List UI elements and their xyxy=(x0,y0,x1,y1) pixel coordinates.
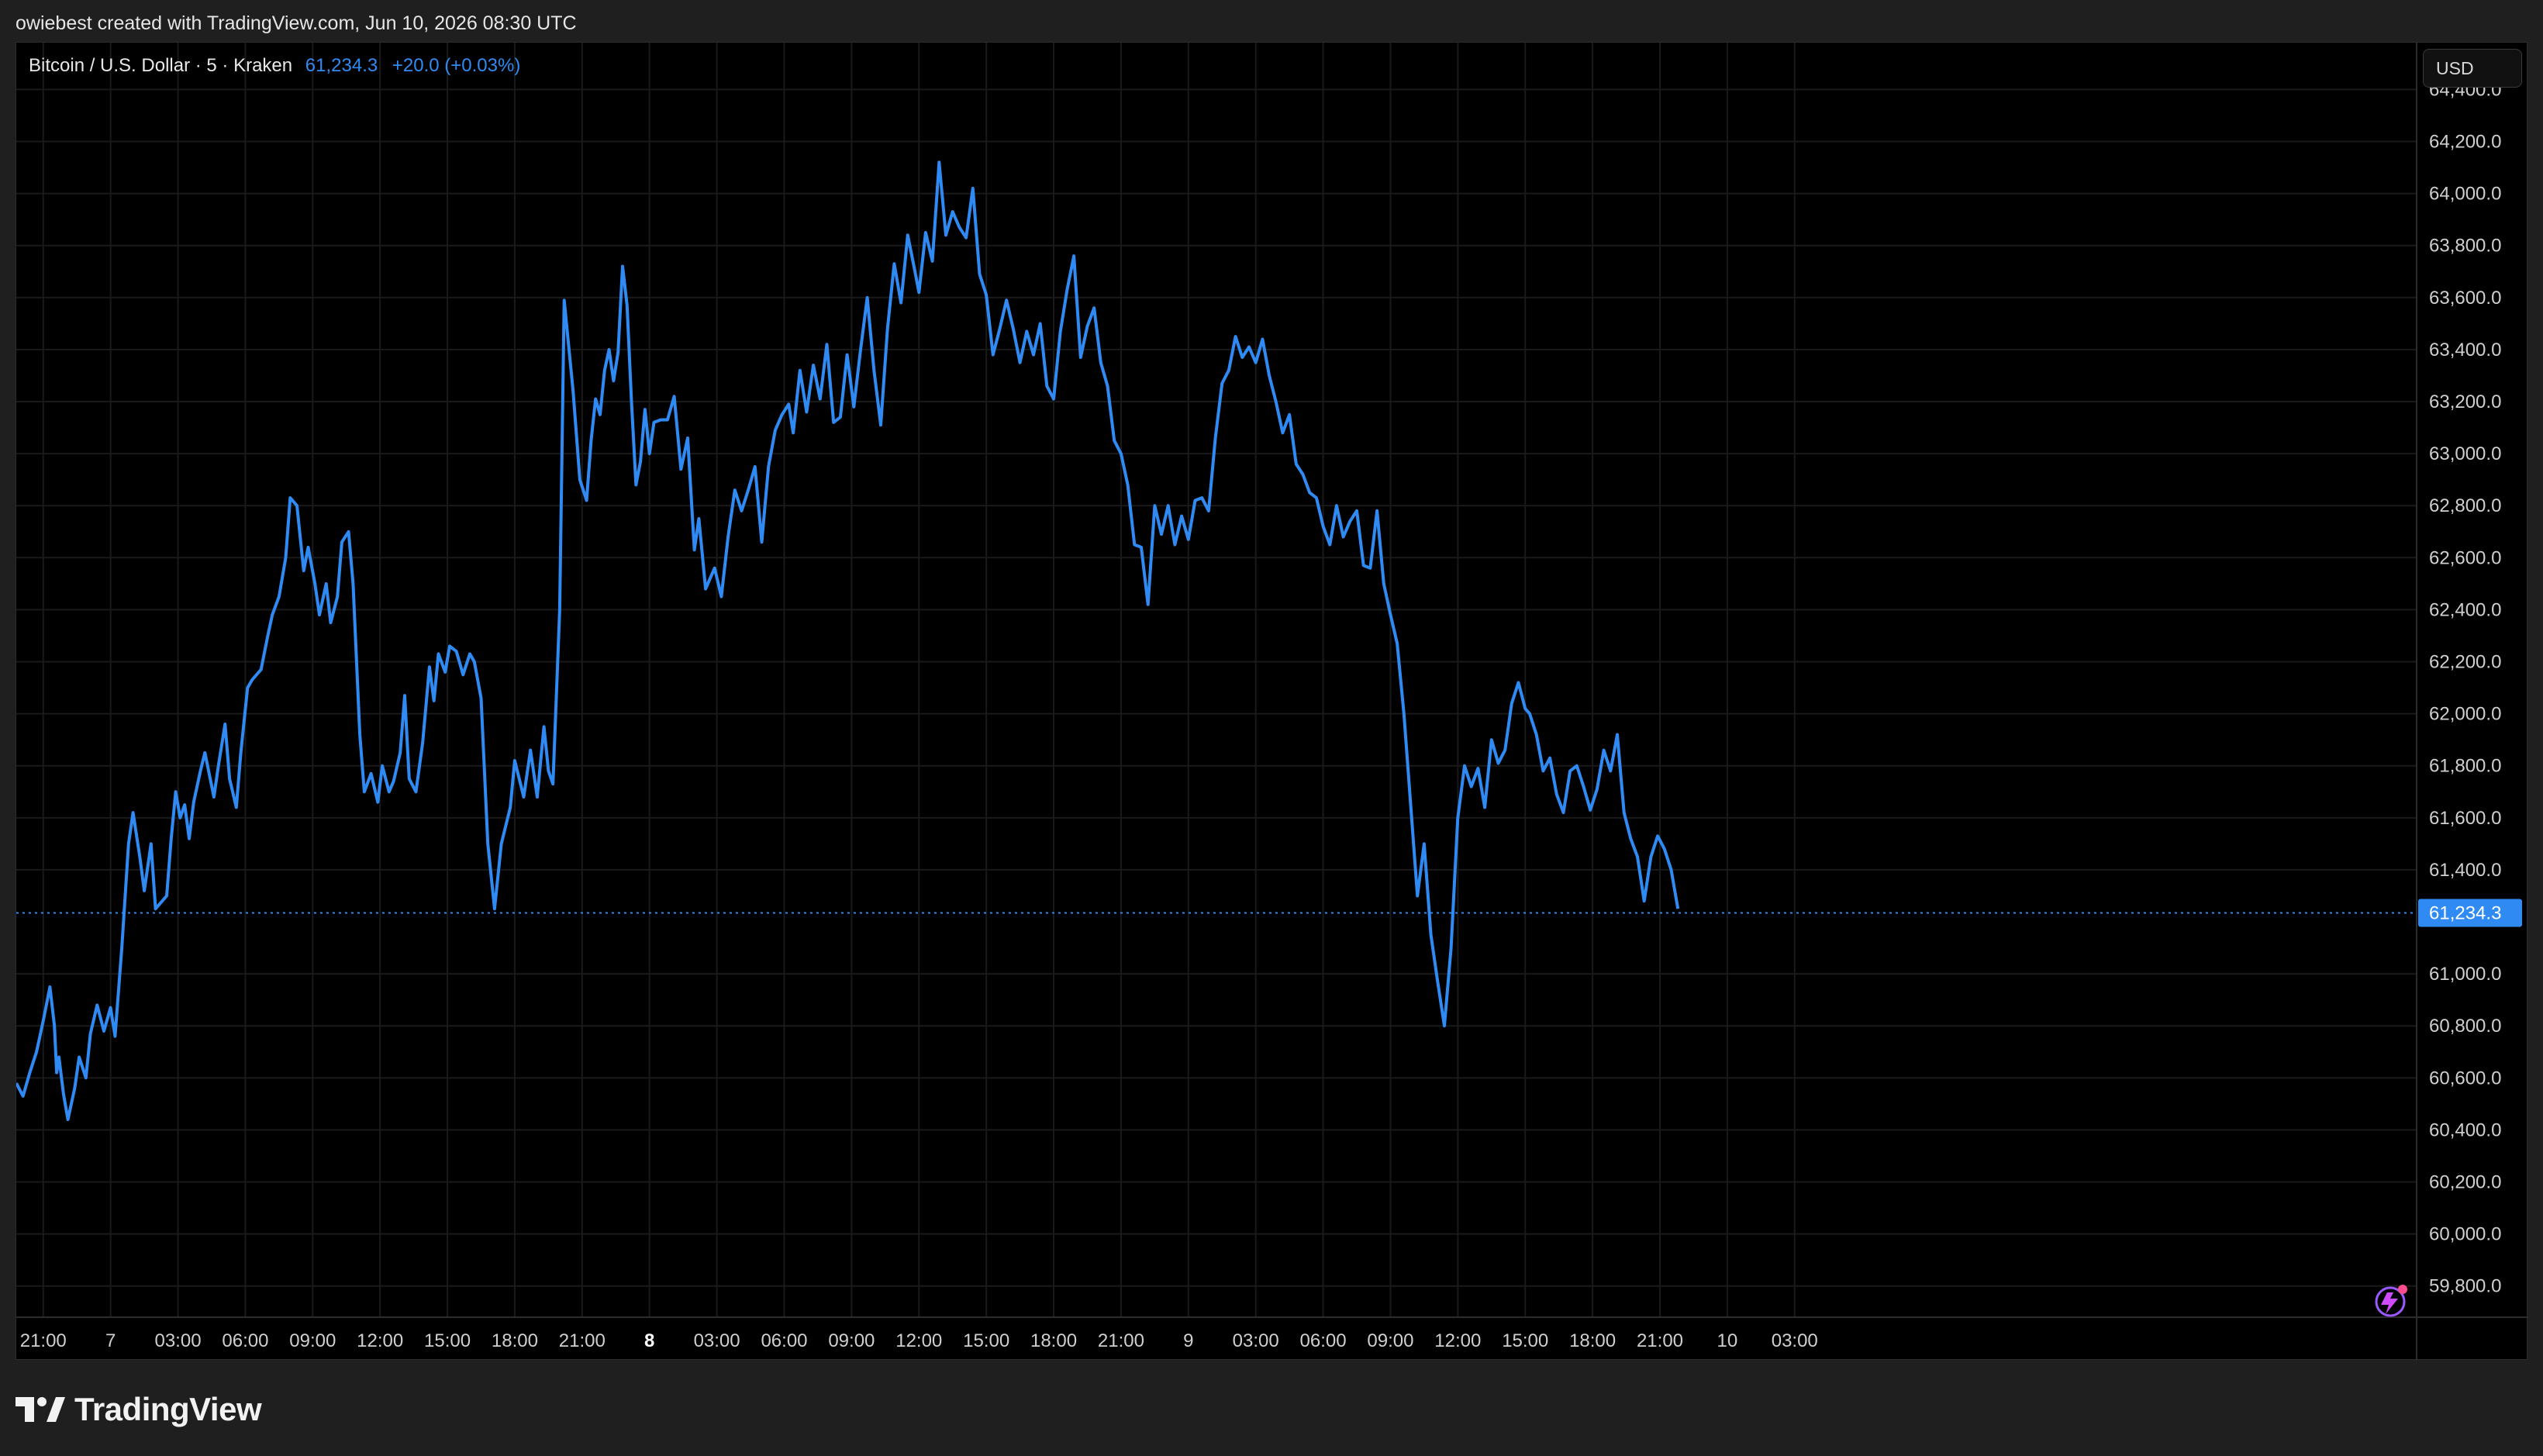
last-price-label: 61,234.3 xyxy=(2418,899,2522,927)
time-tick-label: 18:00 xyxy=(492,1330,538,1351)
price-tick-label: 61,000.0 xyxy=(2429,964,2501,985)
time-tick-label: 06:00 xyxy=(1300,1330,1347,1351)
currency-button[interactable]: USD xyxy=(2423,49,2522,88)
price-tick-label: 63,600.0 xyxy=(2429,288,2501,309)
price-tick-label: 63,400.0 xyxy=(2429,340,2501,361)
brand-name: TradingView xyxy=(74,1391,262,1427)
time-tick-label: 10 xyxy=(1717,1330,1738,1351)
price-tick-label: 59,800.0 xyxy=(2429,1276,2501,1297)
time-tick-label: 03:00 xyxy=(1772,1330,1818,1351)
price-tick-label: 60,200.0 xyxy=(2429,1172,2501,1193)
time-tick-label: 15:00 xyxy=(424,1330,471,1351)
price-tick-label: 60,600.0 xyxy=(2429,1068,2501,1089)
price-axis[interactable]: 64,400.064,200.064,000.063,800.063,600.0… xyxy=(2429,79,2501,1296)
time-tick-label: 09:00 xyxy=(1367,1330,1413,1351)
time-tick-label: 09:00 xyxy=(289,1330,336,1351)
time-tick-label: 21:00 xyxy=(1098,1330,1144,1351)
price-tick-label: 62,400.0 xyxy=(2429,599,2501,620)
last-price-value: 61,234.3 xyxy=(2429,903,2501,924)
price-tick-label: 62,200.0 xyxy=(2429,652,2501,673)
time-tick-label: 09:00 xyxy=(828,1330,875,1351)
time-tick-label: 15:00 xyxy=(963,1330,1009,1351)
time-tick-label: 21:00 xyxy=(1637,1330,1683,1351)
price-tick-label: 63,000.0 xyxy=(2429,443,2501,464)
time-tick-label: 06:00 xyxy=(761,1330,807,1351)
chart-panel[interactable]: 64,400.0 64,200.0 64,000.0 63,800.0 63,600.0… xyxy=(16,42,2528,1361)
time-tick-label: 7 xyxy=(105,1330,116,1351)
price-tick-label: 62,800.0 xyxy=(2429,495,2501,516)
time-tick-label: 12:00 xyxy=(895,1330,942,1351)
price-tick-label: 63,200.0 xyxy=(2429,392,2501,412)
price-tick-label: 62,600.0 xyxy=(2429,547,2501,568)
price-tick-label: 63,800.0 xyxy=(2429,236,2501,257)
time-tick-label: 03:00 xyxy=(1233,1330,1279,1351)
legend-change: +20.0 (+0.03%) xyxy=(392,55,521,76)
chart-credit: owiebest created with TradingView.com, J… xyxy=(16,12,577,34)
time-tick-label: 12:00 xyxy=(1434,1330,1481,1351)
legend-price: 61,234.3 xyxy=(305,55,378,76)
sparkle-assistant-icon[interactable] xyxy=(2375,1285,2407,1317)
price-tick-label: 60,800.0 xyxy=(2429,1016,2501,1037)
price-tick-label: 64,000.0 xyxy=(2429,184,2501,205)
time-tick-label: 21:00 xyxy=(20,1330,67,1351)
time-tick-label: 06:00 xyxy=(222,1330,268,1351)
time-tick-label: 12:00 xyxy=(357,1330,403,1351)
time-tick-label: 8 xyxy=(644,1330,654,1351)
price-tick-label: 61,600.0 xyxy=(2429,808,2501,829)
time-axis[interactable]: 21:00 7 03:00 06:00 09:00 12:00 15:00 18:00 21:0… xyxy=(20,1330,1818,1351)
price-tick-label: 64,200.0 xyxy=(2429,131,2501,152)
price-tick-label: 60,000.0 xyxy=(2429,1224,2501,1245)
price-tick-label: 61,800.0 xyxy=(2429,756,2501,777)
symbol-legend[interactable]: Bitcoin / U.S. Dollar · 5 · Kraken 61,23… xyxy=(29,53,520,78)
time-tick-label: 18:00 xyxy=(1569,1330,1616,1351)
time-tick-label: 9 xyxy=(1183,1330,1193,1351)
time-tick-label: 03:00 xyxy=(154,1330,201,1351)
price-tick-label: 61,400.0 xyxy=(2429,860,2501,881)
time-tick-label: 21:00 xyxy=(559,1330,606,1351)
time-tick-label: 18:00 xyxy=(1030,1330,1077,1351)
time-tick-label: 03:00 xyxy=(694,1330,740,1351)
price-chart[interactable]: 64,400.064,200.064,000.063,800.063,600.0… xyxy=(16,43,2528,1361)
tradingview-brand[interactable]: TradingView xyxy=(16,1388,262,1431)
symbol-description: Bitcoin / U.S. Dollar · 5 · Kraken xyxy=(29,55,293,76)
price-tick-label: 62,000.0 xyxy=(2429,704,2501,725)
price-tick-label: 60,400.0 xyxy=(2429,1120,2501,1140)
price-series-line xyxy=(16,160,1680,1121)
grid-lines xyxy=(16,43,2417,1317)
time-tick-label: 15:00 xyxy=(1502,1330,1548,1351)
tradingview-logo-icon xyxy=(16,1397,65,1422)
